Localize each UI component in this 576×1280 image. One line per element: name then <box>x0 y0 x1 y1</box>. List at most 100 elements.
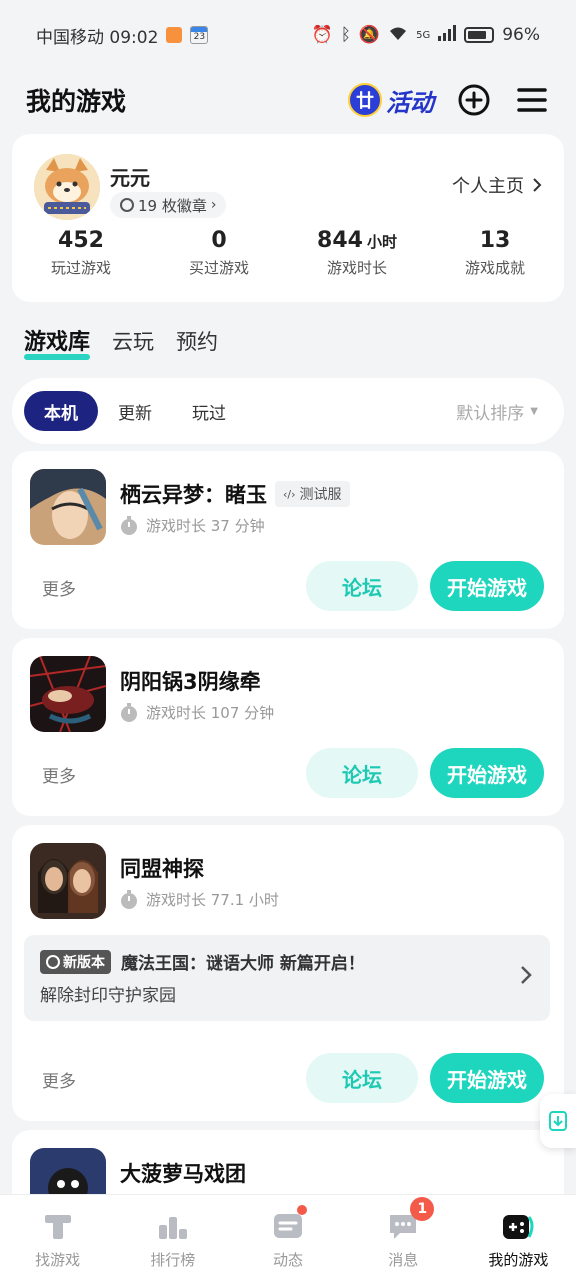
test-server-tag: ‹/› 测试服 <box>275 481 350 507</box>
caret-down-icon: ▼ <box>530 405 538 417</box>
stat-games-played[interactable]: 452 玩过游戏 <box>12 228 150 278</box>
activity-button[interactable]: 廿 活动 <box>348 83 434 118</box>
username: 元元 <box>110 166 150 190</box>
stat-label: 玩过游戏 <box>50 259 111 277</box>
message-icon: 1 <box>386 1197 435 1243</box>
tab-reservations[interactable]: 预约 <box>176 326 218 362</box>
bluetooth-icon: ᛒ <box>340 25 351 45</box>
alarm-icon: ⏰ <box>311 25 333 45</box>
badges-pill[interactable]: 19 枚徽章 › <box>110 192 227 218</box>
start-game-button[interactable]: 开始游戏 <box>430 561 544 611</box>
find-games-icon <box>41 1209 75 1243</box>
battery-icon <box>464 27 495 43</box>
library-tabs: 游戏库 云玩 预约 <box>24 324 218 362</box>
avatar[interactable] <box>34 154 100 220</box>
update-title-row: 新版本 魔法王国：谜语大师 新篇开启！ <box>40 949 365 974</box>
nav-label: 排行榜 <box>150 1251 196 1269</box>
game-title-row: 同盟神探 <box>120 853 204 883</box>
game-card: 栖云异梦：睹玉 ‹/› 测试服 游戏时长 37 分钟 更多 论坛 开始游戏 <box>12 451 564 629</box>
stat-value: 452 <box>58 228 104 253</box>
stat-label: 买过游戏 <box>188 259 249 277</box>
network-type: 5G <box>416 29 431 41</box>
page-title: 我的游戏 <box>26 87 127 116</box>
download-icon <box>549 1111 567 1131</box>
start-game-button[interactable]: 开始游戏 <box>430 748 544 798</box>
stopwatch-icon <box>121 702 137 722</box>
nav-ranking[interactable]: 排行榜 <box>115 1195 230 1280</box>
stat-value: 0 <box>211 228 227 253</box>
hamburger-menu-icon <box>517 88 547 112</box>
signal-icon <box>438 24 457 46</box>
start-game-button[interactable]: 开始游戏 <box>430 1053 544 1103</box>
homepage-link[interactable]: 个人主页 <box>452 172 542 198</box>
bottom-nav: 找游戏 排行榜 动态 1 消息 我的游戏 <box>0 1194 576 1280</box>
filter-bar: 本机 更新 玩过 默认排序 ▼ <box>12 378 564 444</box>
carrier-time: 中国移动 09:02 <box>36 27 159 48</box>
game-icon[interactable] <box>30 469 106 545</box>
forum-button[interactable]: 论坛 <box>306 561 418 611</box>
update-description: 解除封印守护家园 <box>40 986 176 1006</box>
test-server-label: 测试服 <box>299 487 342 503</box>
profile-card: 元元 19 枚徽章 › 个人主页 452 玩过游戏 0 买过游戏 844 小时 游… <box>12 134 564 302</box>
activity-label: 活动 <box>386 88 434 117</box>
stat-value: 13 <box>479 228 511 253</box>
ranking-icon <box>156 1209 190 1243</box>
filter-chip-played[interactable]: 玩过 <box>172 391 246 431</box>
game-title: 栖云异梦：睹玉 <box>120 483 267 507</box>
page-header: 我的游戏 廿 活动 <box>0 70 576 130</box>
stopwatch-icon <box>121 515 137 535</box>
nav-my-games[interactable]: 我的游戏 <box>461 1195 576 1280</box>
tab-cloud-play[interactable]: 云玩 <box>112 326 154 362</box>
gamepad-icon <box>501 1209 535 1243</box>
chevron-right-icon <box>533 178 542 192</box>
game-title: 同盟神探 <box>120 857 204 881</box>
chevron-right-icon <box>521 966 532 984</box>
plus-circle-icon <box>458 84 490 116</box>
filter-chip-local[interactable]: 本机 <box>24 391 98 431</box>
message-count-badge: 1 <box>410 1197 435 1221</box>
stat-games-bought[interactable]: 0 买过游戏 <box>150 228 288 278</box>
playtime-row: 游戏时长 107 分钟 <box>120 702 274 723</box>
chevron-right-icon: › <box>210 197 217 213</box>
menu-button[interactable] <box>514 82 550 118</box>
game-title-row: 大菠萝马戏团 <box>120 1158 246 1188</box>
battery-level: 96% <box>502 25 540 45</box>
tab-game-library[interactable]: 游戏库 <box>24 324 91 362</box>
new-version-badge: 新版本 <box>40 949 111 974</box>
nav-label: 动态 <box>273 1251 304 1269</box>
forum-button[interactable]: 论坛 <box>306 1053 418 1103</box>
more-button[interactable]: 更多 <box>42 575 76 600</box>
stopwatch-icon <box>121 889 137 909</box>
update-notice[interactable]: 新版本 魔法王国：谜语大师 新篇开启！ 解除封印守护家园 <box>24 935 550 1021</box>
game-icon[interactable] <box>30 843 106 919</box>
nav-label: 消息 <box>388 1251 419 1269</box>
feed-icon <box>271 1205 307 1243</box>
stat-label: 游戏成就 <box>464 259 525 277</box>
add-button[interactable] <box>456 82 492 118</box>
status-bar: 中国移动 09:02 23 ⏰ ᛒ 🔕 5G 96% <box>0 0 576 70</box>
mute-icon: 🔕 <box>358 25 381 45</box>
nav-feed[interactable]: 动态 <box>230 1195 345 1280</box>
profile-stats: 452 玩过游戏 0 买过游戏 844 小时 游戏时长 13 游戏成就 <box>12 228 564 278</box>
stat-unit: 小时 <box>366 233 397 251</box>
more-button[interactable]: 更多 <box>42 762 76 787</box>
playtime-text: 游戏时长 77.1 小时 <box>146 891 279 909</box>
nav-messages[interactable]: 1 消息 <box>346 1195 461 1280</box>
stat-play-time[interactable]: 844 小时 游戏时长 <box>288 228 426 278</box>
filter-chip-updates[interactable]: 更新 <box>98 391 172 431</box>
notification-dot <box>297 1205 307 1215</box>
more-button[interactable]: 更多 <box>42 1067 76 1092</box>
nav-label: 找游戏 <box>35 1251 81 1269</box>
stat-achievements[interactable]: 13 游戏成就 <box>426 228 564 278</box>
playtime-text: 游戏时长 37 分钟 <box>146 517 265 535</box>
homepage-label: 个人主页 <box>452 176 524 197</box>
playtime-text: 游戏时长 107 分钟 <box>146 704 275 722</box>
nav-find-games[interactable]: 找游戏 <box>0 1195 115 1280</box>
floating-download-tab[interactable] <box>540 1094 576 1148</box>
nav-label: 我的游戏 <box>488 1251 549 1269</box>
game-icon[interactable] <box>30 656 106 732</box>
sort-dropdown[interactable]: 默认排序 ▼ <box>456 399 538 424</box>
medal-icon <box>120 198 134 212</box>
forum-button[interactable]: 论坛 <box>306 748 418 798</box>
shield-app-icon <box>166 27 183 43</box>
